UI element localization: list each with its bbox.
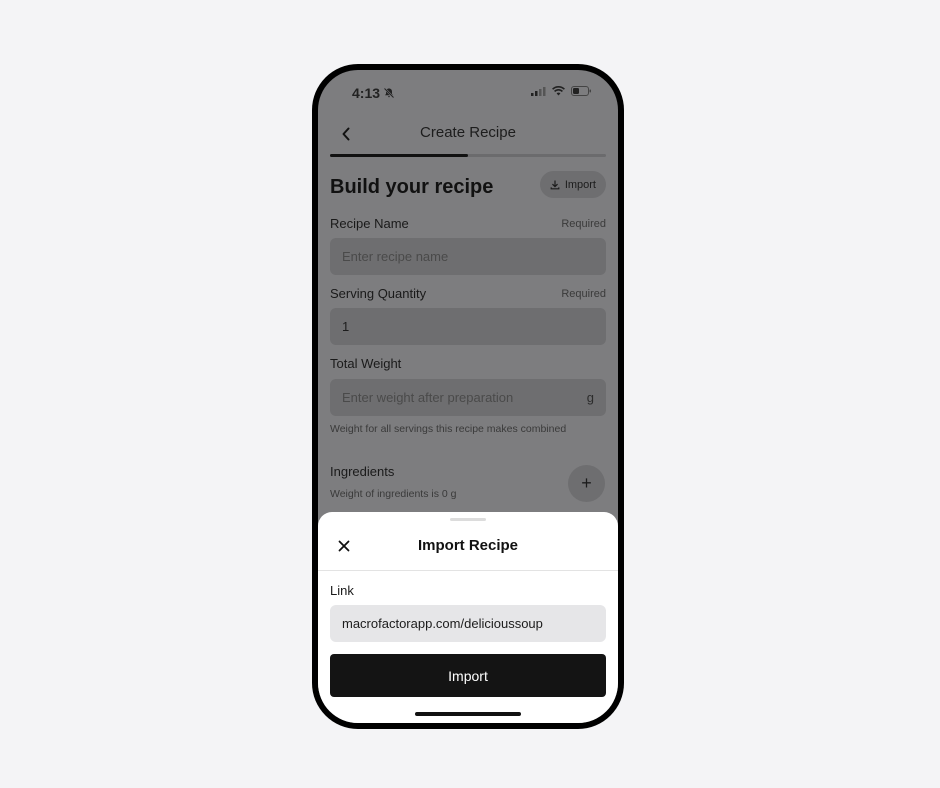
link-value: macrofactorapp.com/delicioussoup — [342, 616, 543, 631]
progress-bar — [330, 154, 606, 157]
total-weight-label: Total Weight — [330, 356, 402, 371]
link-input[interactable]: macrofactorapp.com/delicioussoup — [330, 605, 606, 642]
nav-title: Create Recipe — [420, 124, 516, 141]
total-weight-input[interactable]: Enter weight after preparation g — [330, 379, 606, 416]
plus-icon: + — [581, 473, 592, 493]
total-weight-unit: g — [586, 390, 594, 405]
import-recipe-sheet: Import Recipe Link macrofactorapp.com/de… — [318, 512, 618, 723]
total-weight-helper: Weight for all servings this recipe make… — [330, 423, 567, 435]
add-ingredient-button[interactable]: + — [568, 465, 605, 502]
total-weight-placeholder: Enter weight after preparation — [342, 390, 514, 405]
serving-quantity-input[interactable]: 1 — [330, 308, 606, 345]
home-indicator — [415, 712, 521, 716]
import-chip-button[interactable]: Import — [539, 171, 606, 198]
serving-quantity-label: Serving Quantity — [330, 286, 427, 301]
sheet-title: Import Recipe — [417, 537, 519, 554]
import-button[interactable]: Import — [330, 654, 606, 697]
wifi-icon — [552, 86, 565, 96]
download-icon — [550, 179, 560, 189]
page-heading: Build your recipe — [330, 176, 494, 198]
import-chip-label: Import — [564, 178, 596, 191]
progress-bar-fill — [330, 154, 468, 157]
phone-frame: 4:13 Create Recipe Build your recipe Imp… — [312, 64, 624, 729]
signal-icon — [531, 86, 546, 96]
ingredients-label: Ingredients — [330, 464, 395, 479]
phone-screen: 4:13 Create Recipe Build your recipe Imp… — [318, 70, 618, 723]
battery-icon — [571, 86, 591, 96]
status-time-text: 4:13 — [352, 85, 381, 101]
import-button-label: Import — [448, 667, 488, 684]
recipe-name-placeholder: Enter recipe name — [342, 249, 449, 264]
serving-quantity-required: Required — [561, 288, 606, 300]
bell-slash-icon — [383, 87, 395, 99]
sheet-grabber[interactable] — [450, 518, 486, 521]
status-icons — [531, 86, 592, 96]
link-label: Link — [330, 583, 354, 598]
serving-quantity-value: 1 — [342, 319, 350, 334]
ingredients-helper: Weight of ingredients is 0 g — [330, 488, 457, 500]
sheet-divider — [318, 570, 618, 571]
recipe-name-label: Recipe Name — [330, 216, 409, 231]
status-time: 4:13 — [352, 85, 395, 101]
recipe-name-input[interactable]: Enter recipe name — [330, 238, 606, 275]
recipe-name-required: Required — [561, 218, 606, 230]
